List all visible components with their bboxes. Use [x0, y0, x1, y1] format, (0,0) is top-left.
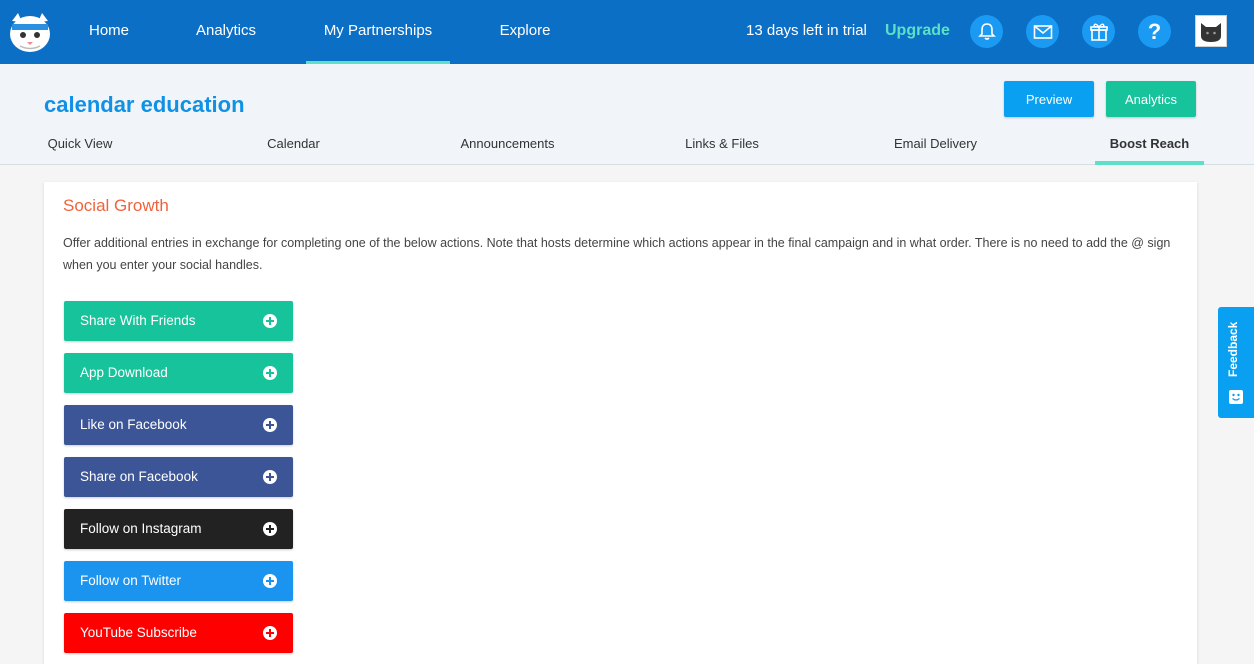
feedback-tab[interactable]: Feedback: [1218, 307, 1254, 418]
tab-links-files[interactable]: Links & Files: [685, 128, 759, 165]
plus-circle-icon: [263, 626, 277, 640]
nav-home[interactable]: Home: [87, 0, 131, 64]
campaign-header: calendar education Preview Analytics Qui…: [0, 64, 1254, 165]
action-label: App Download: [80, 365, 168, 380]
app-download-button[interactable]: App Download: [64, 353, 293, 393]
logo-icon[interactable]: [6, 9, 54, 55]
section-title: Social Growth: [63, 196, 169, 215]
like-on-facebook-button[interactable]: Like on Facebook: [64, 405, 293, 445]
help-icon[interactable]: ?: [1138, 15, 1171, 48]
help-glyph: ?: [1147, 19, 1162, 44]
plus-circle-icon: [263, 470, 277, 484]
nav-my-partnerships[interactable]: My Partnerships: [306, 0, 450, 64]
page-title: calendar education: [44, 92, 245, 117]
plus-circle-icon: [263, 522, 277, 536]
action-label: Share With Friends: [80, 313, 196, 328]
analytics-button[interactable]: Analytics: [1106, 81, 1196, 117]
action-label: YouTube Subscribe: [80, 625, 197, 640]
plus-circle-icon: [263, 574, 277, 588]
section-description: Offer additional entries in exchange for…: [63, 236, 1171, 272]
plus-circle-icon: [263, 314, 277, 328]
trial-status-text: 13 days left in trial: [746, 22, 867, 39]
tab-boost-reach[interactable]: Boost Reach: [1095, 128, 1204, 165]
follow-on-twitter-button[interactable]: Follow on Twitter: [64, 561, 293, 601]
nav-analytics[interactable]: Analytics: [193, 0, 259, 64]
plus-circle-icon: [263, 366, 277, 380]
share-on-facebook-button[interactable]: Share on Facebook: [64, 457, 293, 497]
tab-email-delivery[interactable]: Email Delivery: [892, 128, 979, 165]
action-label: Follow on Twitter: [80, 573, 182, 588]
feedback-face-icon: [1229, 390, 1243, 404]
upgrade-link[interactable]: Upgrade: [885, 0, 950, 62]
plus-circle-icon: [263, 418, 277, 432]
social-growth-card: Social Growth Offer additional entries i…: [44, 182, 1197, 664]
action-label: Share on Facebook: [80, 469, 198, 484]
share-with-friends-button[interactable]: Share With Friends: [64, 301, 293, 341]
gift-icon[interactable]: [1082, 15, 1115, 48]
mail-icon[interactable]: [1026, 15, 1059, 48]
action-label: Like on Facebook: [80, 417, 187, 432]
avatar[interactable]: [1195, 15, 1227, 47]
follow-on-instagram-button[interactable]: Follow on Instagram: [64, 509, 293, 549]
preview-button[interactable]: Preview: [1004, 81, 1094, 117]
feedback-label: Feedback: [1226, 321, 1240, 377]
tab-quick-view[interactable]: Quick View: [44, 128, 116, 165]
tab-announcements[interactable]: Announcements: [457, 128, 558, 165]
tab-calendar[interactable]: Calendar: [265, 128, 322, 165]
top-navigation-bar: Home Analytics My Partnerships Explore 1…: [0, 0, 1254, 64]
bell-icon[interactable]: [970, 15, 1003, 48]
nav-explore[interactable]: Explore: [498, 0, 552, 64]
youtube-subscribe-button[interactable]: YouTube Subscribe: [64, 613, 293, 653]
action-label: Follow on Instagram: [80, 521, 202, 536]
